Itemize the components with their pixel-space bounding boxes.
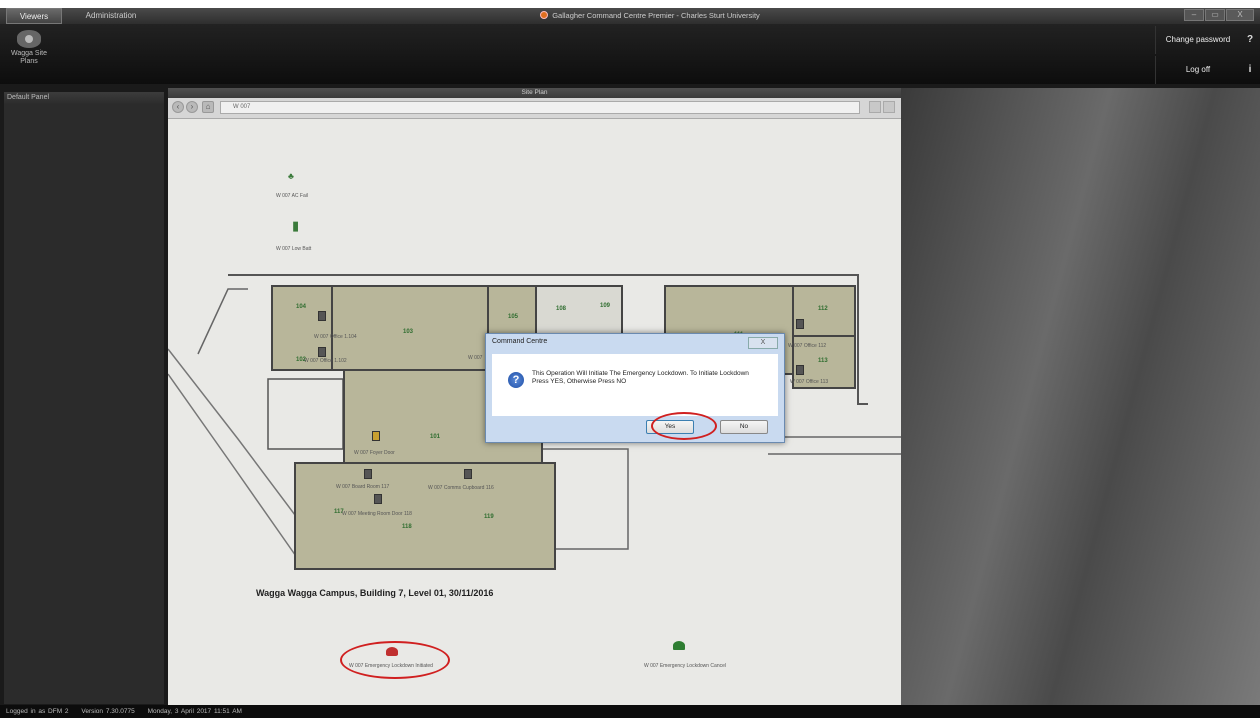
- site-plan-navigation: ‹ › ⌂ W 007: [168, 98, 901, 119]
- foyer-door-icon[interactable]: [372, 431, 380, 441]
- minimize-button[interactable]: –: [1184, 9, 1204, 21]
- comms-cupboard-label: W 007 Comms Cupboard 116: [428, 485, 494, 491]
- right-viewer-area: [901, 88, 1260, 705]
- dialog-title: Command Centre: [492, 338, 548, 345]
- back-icon[interactable]: ‹: [172, 101, 184, 113]
- change-password-button[interactable]: Change password: [1155, 26, 1240, 54]
- home-icon[interactable]: ⌂: [202, 101, 214, 113]
- toolbar: Wagga Site Plans Change password Log off…: [0, 24, 1260, 84]
- office-113-label: W 007 Office 113: [790, 379, 829, 385]
- window-title-text: Gallagher Command Centre Premier - Charl…: [552, 11, 760, 20]
- info-icon[interactable]: i: [1240, 56, 1260, 84]
- room-number: 119: [484, 514, 494, 520]
- version-info: Version 7.30.0775: [81, 708, 135, 715]
- default-panel-title: Default Panel: [4, 92, 164, 104]
- title-bar: Viewers Administration Gallagher Command…: [0, 8, 1260, 24]
- meeting-room-label: W 007 Meeting Room Door 118: [342, 511, 412, 517]
- question-icon: ?: [508, 372, 524, 388]
- no-button[interactable]: No: [720, 420, 768, 434]
- account-buttons: Change password Log off ? i: [1155, 24, 1260, 84]
- room-103: [331, 285, 489, 371]
- status-bar: Logged in as DFM 2 Version 7.30.0775 Mon…: [0, 705, 1260, 718]
- help-icon[interactable]: ?: [1240, 26, 1260, 54]
- room-number: 104: [296, 304, 307, 310]
- maximize-button[interactable]: ▭: [1205, 9, 1225, 21]
- site-plan-address[interactable]: W 007: [220, 101, 860, 114]
- door-icon[interactable]: [364, 469, 372, 479]
- room-number: 103: [403, 329, 414, 335]
- site-plan-icon: [17, 30, 41, 48]
- office-102-label: W 007 Office 1.102: [304, 358, 347, 364]
- ac-fail-label: W 007 AC Fail: [276, 193, 308, 199]
- site-plan-tools: [869, 101, 895, 113]
- door-icon[interactable]: [796, 319, 804, 329]
- tab-viewers[interactable]: Viewers: [6, 8, 62, 24]
- low-batt-label: W 007 Low Batt: [276, 246, 312, 252]
- office-112-label: W 007 Office 112: [788, 343, 827, 349]
- room-number: 113: [818, 358, 828, 364]
- room-number: 108: [556, 306, 567, 312]
- yes-highlight-ellipse: [651, 412, 717, 440]
- door-icon[interactable]: [374, 494, 382, 504]
- site-plan-header: Site Plan: [168, 88, 901, 98]
- highlight-ellipse: [340, 641, 450, 679]
- door-icon[interactable]: [464, 469, 472, 479]
- ac-fail-icon[interactable]: ♣: [288, 171, 294, 181]
- room-number: 112: [818, 306, 828, 312]
- wagga-site-plans-button[interactable]: Wagga Site Plans: [4, 26, 54, 78]
- room-number: 105: [508, 314, 519, 320]
- room-number: 118: [402, 524, 412, 530]
- dialog-body: ? This Operation Will Initiate The Emerg…: [492, 354, 778, 416]
- close-window-button[interactable]: X: [1226, 9, 1254, 21]
- battery-icon[interactable]: ▮: [292, 219, 299, 232]
- board-room-label: W 007 Board Room 117: [336, 484, 390, 490]
- plan-caption: Wagga Wagga Campus, Building 7, Level 01…: [256, 588, 494, 598]
- status-date: Monday, 3 April 2017 11:51 AM: [147, 708, 242, 715]
- lockdown-cancel-label: W 007 Emergency Lockdown Cancel: [644, 663, 726, 669]
- refresh-icon[interactable]: [883, 101, 895, 113]
- w007-label: W 007: [468, 355, 483, 361]
- door-icon[interactable]: [318, 347, 326, 357]
- room-number: 101: [430, 434, 441, 440]
- default-panel: Default Panel: [4, 92, 164, 704]
- door-icon[interactable]: [796, 365, 804, 375]
- dialog-close-button[interactable]: X: [748, 337, 778, 349]
- tab-administration[interactable]: Administration: [66, 8, 156, 24]
- room-117-118-119: [294, 462, 556, 570]
- wagga-site-plans-label: Wagga Site Plans: [11, 50, 47, 65]
- dialog-message: This Operation Will Initiate The Emergen…: [532, 370, 749, 385]
- command-centre-dialog: Command Centre X ? This Operation Will I…: [485, 333, 785, 443]
- room-number: 109: [600, 303, 611, 309]
- foyer-door-label: W 007 Foyer Door: [354, 450, 395, 456]
- lockdown-cancel-icon[interactable]: [673, 641, 685, 650]
- app-logo-icon: [540, 11, 549, 19]
- door-icon[interactable]: [318, 311, 326, 321]
- forward-icon[interactable]: ›: [186, 101, 198, 113]
- logged-in-user: Logged in as DFM 2: [6, 708, 69, 715]
- office-104-label: W 007 Office 1.104: [314, 334, 357, 340]
- window-title: Gallagher Command Centre Premier - Charl…: [400, 8, 900, 24]
- print-icon[interactable]: [869, 101, 881, 113]
- log-off-button[interactable]: Log off: [1155, 56, 1240, 84]
- window-controls: – ▭ X: [1184, 9, 1254, 22]
